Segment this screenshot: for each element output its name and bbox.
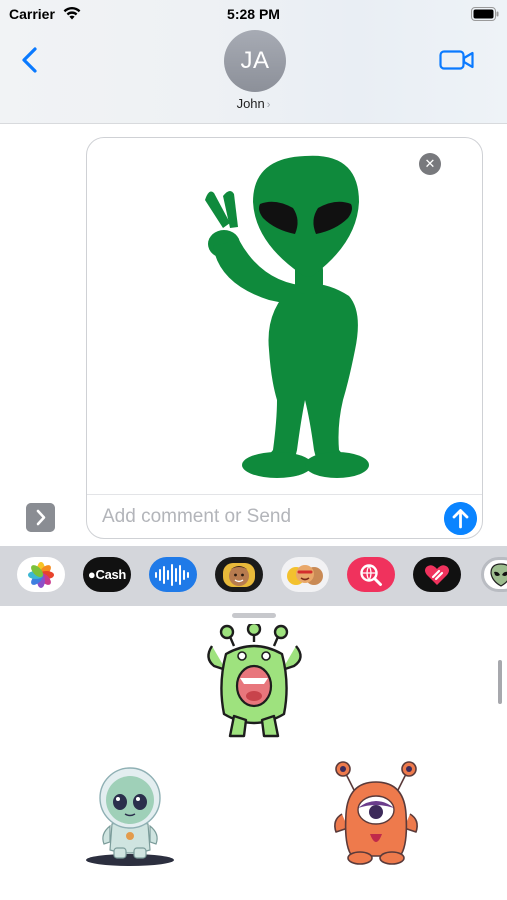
apple-cash-label: Cash [95, 567, 127, 582]
status-bar: Carrier 5:28 PM [0, 0, 507, 28]
audio-message-app-button[interactable] [149, 557, 197, 592]
comment-input[interactable]: Add comment or Send [102, 506, 291, 528]
digital-touch-app-button[interactable] [413, 557, 461, 592]
status-time: 5:28 PM [227, 6, 280, 22]
heart-touch-icon [425, 564, 449, 585]
alien-astronaut-sticker[interactable] [80, 764, 180, 868]
apple-logo-icon: ● [87, 567, 96, 582]
sheet-grabber[interactable] [232, 613, 276, 618]
remove-sticker-button[interactable]: ✕ [419, 153, 441, 175]
alien-stickers-app-button[interactable] [481, 557, 507, 592]
avatar-initials: JA [240, 47, 270, 74]
memoji-icon [223, 562, 255, 587]
image-search-app-button[interactable] [347, 557, 395, 592]
contact-name-button[interactable]: John › [0, 96, 507, 111]
waveform-icon [155, 563, 189, 586]
alien-head-icon [490, 562, 507, 587]
back-button[interactable] [18, 44, 42, 76]
battery-icon [471, 7, 499, 21]
compose-divider [87, 494, 482, 495]
alien-peace-sticker-preview [205, 155, 369, 478]
contact-name: John [236, 96, 265, 111]
video-call-button[interactable] [439, 48, 475, 72]
photos-app-button[interactable] [17, 557, 65, 592]
expand-apps-button[interactable] [26, 503, 55, 532]
apple-cash-app-button[interactable]: ● Cash [83, 557, 131, 592]
memoji-stickers-app-button[interactable] [281, 557, 329, 592]
contact-avatar[interactable]: JA [224, 30, 286, 92]
sticker-panel [0, 606, 507, 900]
app-drawer: ● Cash [0, 546, 507, 606]
memoji-app-button[interactable] [215, 557, 263, 592]
scroll-indicator [498, 660, 502, 704]
sticker-faces-icon [287, 564, 323, 585]
globe-search-icon [360, 563, 382, 586]
orange-cyclops-sticker[interactable] [330, 760, 422, 868]
compose-card: ✕ Add comment or Send [86, 137, 483, 539]
photos-icon [28, 561, 54, 588]
green-monster-sticker[interactable] [198, 624, 310, 744]
chevron-right-icon: › [266, 99, 271, 111]
send-button[interactable] [444, 502, 477, 535]
